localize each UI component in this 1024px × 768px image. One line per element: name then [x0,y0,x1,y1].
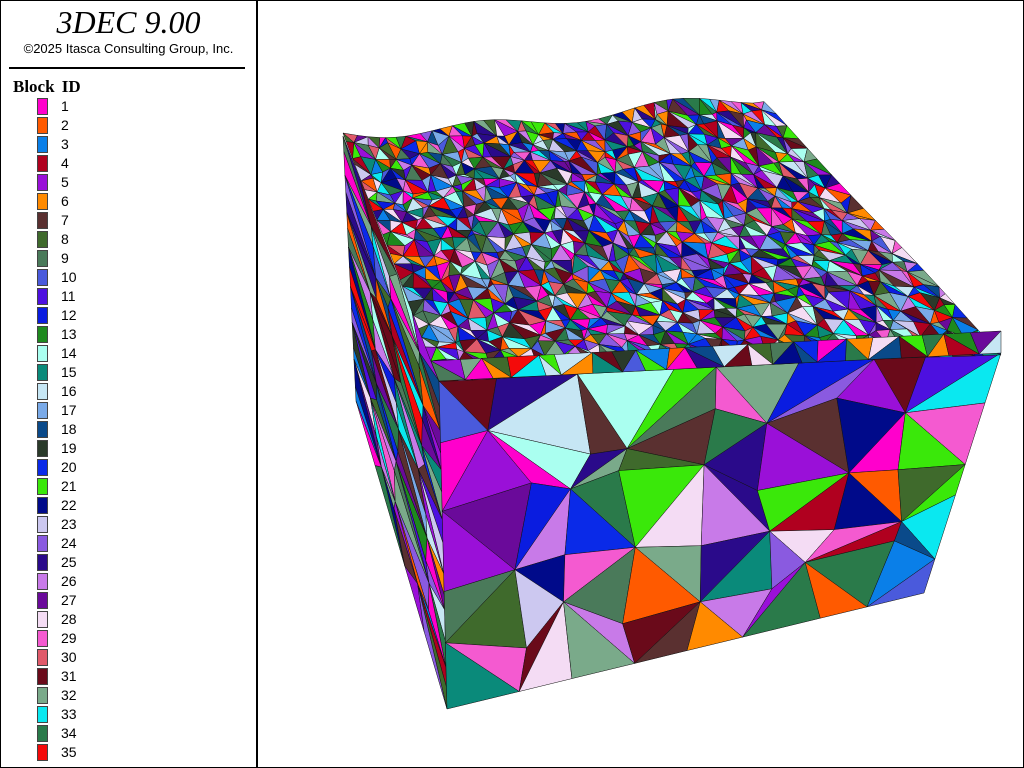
legend-label: 23 [61,516,77,532]
legend-swatch [37,478,48,495]
legend-label: 4 [61,155,69,171]
legend-swatch [37,345,48,362]
legend-label: 7 [61,212,69,228]
legend-label: 31 [61,668,77,684]
legend-swatch [37,687,48,704]
legend-swatch [37,459,48,476]
legend-label: 35 [61,744,77,760]
legend-label: 17 [61,402,77,418]
legend-label: 1 [61,98,69,114]
legend-swatch [37,497,48,514]
legend-swatch [37,117,48,134]
legend-swatch [37,288,48,305]
legend-swatch [37,250,48,267]
legend-label: 29 [61,630,77,646]
legend-swatch [37,269,48,286]
legend-swatch [37,611,48,628]
legend-swatch [37,174,48,191]
legend-label: 2 [61,117,69,133]
legend-label: 25 [61,554,77,570]
legend-label: 12 [61,307,77,323]
legend-label: 14 [61,345,77,361]
block-model-faces [342,98,1002,710]
legend-swatch [37,193,48,210]
legend-swatch [37,402,48,419]
app-title: 3DEC 9.00 [56,4,201,40]
legend-label: 33 [61,706,77,722]
legend-heading: Block ID [13,77,81,96]
legend-swatch [37,725,48,742]
legend-swatch [37,136,48,153]
legend-label: 32 [61,687,77,703]
legend-label: 26 [61,573,77,589]
legend-swatch [37,516,48,533]
legend-label: 28 [61,611,77,627]
legend-swatch [37,649,48,666]
legend-swatch [37,212,48,229]
legend-label: 5 [61,174,69,190]
legend-label: 30 [61,649,77,665]
legend-swatch [37,440,48,457]
legend-swatch [37,592,48,609]
legend-label: 21 [61,478,77,494]
legend-label: 10 [61,269,77,285]
legend-swatch [37,155,48,172]
copyright-text: ©2025 Itasca Consulting Group, Inc. [23,41,234,56]
legend-swatch [37,706,48,723]
legend-swatch [37,554,48,571]
legend-swatch [37,573,48,590]
legend-label: 22 [61,497,77,513]
legend-swatch [37,668,48,685]
legend-swatch [37,326,48,343]
legend-label: 9 [61,250,69,266]
legend-swatch [37,744,48,761]
legend-label: 16 [61,383,77,399]
legend-label: 3 [61,136,69,152]
legend-swatch [37,364,48,381]
legend-swatch [37,421,48,438]
title-divider [9,67,245,69]
legend-panel: 3DEC 9.00 ©2025 Itasca Consulting Group,… [1,1,258,767]
legend-label: 20 [61,459,77,475]
plot-frame: 3DEC 9.00 ©2025 Itasca Consulting Group,… [0,0,1024,768]
legend-swatch [37,231,48,248]
legend-label: 27 [61,592,77,608]
top-surface [952,304,968,319]
legend-swatch [37,630,48,647]
legend-swatch [37,383,48,400]
legend-label: 18 [61,421,77,437]
legend-label: 6 [61,193,69,209]
legend-label: 11 [61,288,76,304]
legend-label: 8 [61,231,69,247]
legend-label: 15 [61,364,77,380]
legend-label: 34 [61,725,77,741]
legend-label: 24 [61,535,77,551]
model-viewport[interactable] [258,1,1023,767]
legend-label: 13 [61,326,77,342]
block-model-view[interactable] [258,1,1023,767]
legend-swatch [37,535,48,552]
legend-label: 19 [61,440,77,456]
legend-swatch [37,307,48,324]
legend-swatch [37,98,48,115]
